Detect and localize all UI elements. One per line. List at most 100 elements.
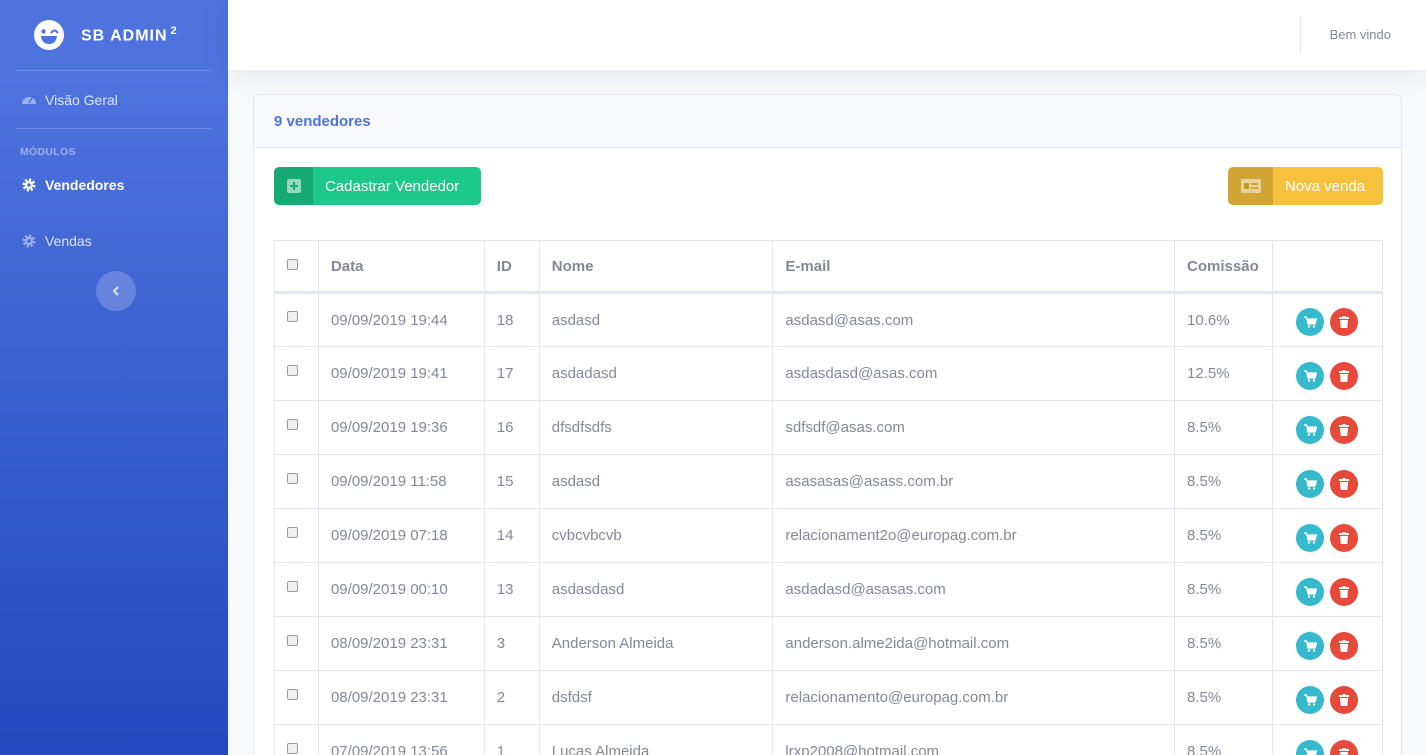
welcome-text[interactable]: Bem vindo — [1330, 27, 1391, 42]
table-row: 09/09/2019 07:18 14 cvbcvbcvb relacionam… — [274, 508, 1383, 563]
cell-email: sdfsdf@asas.com — [772, 400, 1176, 455]
row-actions — [1272, 400, 1383, 455]
cell-id: 16 — [483, 400, 540, 455]
cell-email: asdasdasd@asas.com — [772, 346, 1176, 401]
column-header-comissao[interactable]: Comissão — [1174, 240, 1274, 294]
topbar: Bem vindo — [228, 0, 1426, 70]
new-sale-row-button[interactable] — [1296, 523, 1325, 552]
cell-date: 09/09/2019 19:36 — [317, 400, 485, 455]
cell-name: Lucas Almeida — [538, 724, 774, 755]
cell-id: 3 — [483, 616, 540, 671]
tachometer-icon — [22, 96, 36, 104]
trash-icon — [1339, 639, 1350, 652]
trash-icon — [1339, 747, 1350, 755]
row-checkbox[interactable] — [287, 742, 298, 754]
trash-icon — [1339, 369, 1350, 382]
row-checkbox[interactable] — [287, 688, 298, 700]
delete-row-button[interactable] — [1330, 469, 1359, 498]
sidebar-toggle-button[interactable] — [96, 271, 136, 311]
cadastrar-vendedor-button[interactable]: Cadastrar Vendedor — [274, 167, 481, 205]
delete-row-button[interactable] — [1330, 523, 1359, 552]
delete-row-button[interactable] — [1330, 685, 1359, 714]
row-checkbox[interactable] — [287, 311, 298, 323]
row-checkbox[interactable] — [287, 580, 298, 592]
trash-icon — [1339, 316, 1350, 328]
sidebar-item-visao-geral[interactable]: Visão Geral — [0, 71, 228, 128]
row-checkbox[interactable] — [287, 526, 298, 538]
new-sale-row-button[interactable] — [1296, 631, 1325, 660]
cell-email: relacionamento@europag.com.br — [772, 670, 1176, 725]
delete-row-button[interactable] — [1330, 361, 1359, 390]
nova-venda-button[interactable]: Nova venda — [1228, 167, 1383, 205]
row-actions — [1272, 346, 1383, 401]
cog-icon — [22, 178, 36, 192]
new-sale-row-button[interactable] — [1296, 361, 1325, 390]
trash-icon — [1339, 477, 1350, 490]
plus-square-icon — [274, 167, 313, 205]
row-select-cell — [274, 616, 319, 671]
new-sale-row-button[interactable] — [1296, 739, 1325, 755]
sidebar-item-vendedores[interactable]: Vendedores — [0, 166, 228, 204]
cell-commission: 10.6% — [1174, 292, 1274, 347]
shopping-cart-icon — [1303, 316, 1317, 328]
row-select-cell — [274, 508, 319, 563]
new-sale-row-button[interactable] — [1296, 577, 1325, 606]
cell-commission: 8.5% — [1174, 724, 1274, 755]
select-all-checkbox[interactable] — [287, 259, 298, 271]
cell-email: anderson.alme2ida@hotmail.com — [772, 616, 1176, 671]
cog-icon — [22, 234, 36, 248]
sidebar-item-vendas[interactable]: Vendas — [0, 204, 228, 278]
column-header-nome[interactable]: Nome — [538, 240, 774, 294]
delete-row-button[interactable] — [1330, 631, 1359, 660]
row-checkbox[interactable] — [287, 634, 298, 646]
cell-name: dfsdfsdfs — [538, 400, 774, 455]
card-header: 9 vendedores — [254, 95, 1401, 148]
row-checkbox[interactable] — [287, 364, 298, 376]
table-row: 09/09/2019 19:41 17 asdadasd asdasdasd@a… — [274, 346, 1383, 401]
trash-icon — [1339, 585, 1350, 598]
column-header-data[interactable]: Data — [317, 240, 485, 294]
new-sale-row-button[interactable] — [1296, 685, 1325, 714]
delete-row-button[interactable] — [1330, 577, 1359, 606]
row-checkbox[interactable] — [287, 418, 298, 430]
cell-date: 08/09/2019 23:31 — [317, 616, 485, 671]
delete-row-button[interactable] — [1330, 308, 1359, 336]
column-header-id[interactable]: ID — [483, 240, 540, 294]
new-sale-row-button[interactable] — [1296, 308, 1325, 336]
cell-commission: 8.5% — [1174, 400, 1274, 455]
cell-email: relacionament2o@europag.com.br — [772, 508, 1176, 563]
row-select-cell — [274, 346, 319, 401]
delete-row-button[interactable] — [1330, 739, 1359, 755]
row-actions — [1272, 562, 1383, 617]
column-header-email[interactable]: E-mail — [772, 240, 1176, 294]
sidebar-item-label: Vendedores — [45, 177, 125, 193]
shopping-cart-icon — [1303, 747, 1317, 755]
table-row: 09/09/2019 00:10 13 asdasdasd asdadasd@a… — [274, 562, 1383, 617]
brand-name: SB ADMIN — [81, 27, 168, 45]
cell-id: 15 — [483, 454, 540, 509]
cadastrar-vendedor-label: Cadastrar Vendedor — [325, 177, 460, 195]
row-actions — [1272, 616, 1383, 671]
row-checkbox[interactable] — [287, 472, 298, 484]
shopping-cart-icon — [1303, 423, 1317, 436]
cell-commission: 8.5% — [1174, 454, 1274, 509]
cell-date: 09/09/2019 19:44 — [317, 292, 485, 347]
cell-name: asdadasd — [538, 346, 774, 401]
cell-email: asasasas@asass.com.br — [772, 454, 1176, 509]
cell-date: 09/09/2019 11:58 — [317, 454, 485, 509]
brand-link[interactable]: SB ADMIN 2 — [0, 0, 228, 70]
new-sale-row-button[interactable] — [1296, 415, 1325, 444]
nova-venda-label: Nova venda — [1285, 177, 1366, 195]
new-sale-row-button[interactable] — [1296, 469, 1325, 498]
cell-id: 1 — [483, 724, 540, 755]
delete-row-button[interactable] — [1330, 415, 1359, 444]
cell-commission: 8.5% — [1174, 562, 1274, 617]
row-select-cell — [274, 562, 319, 617]
row-select-cell — [274, 670, 319, 725]
vendedores-table: Data ID Nome E-mail Comissão 09/09/2019 … — [274, 240, 1383, 755]
cell-email: asdasd@asas.com — [772, 292, 1176, 347]
row-actions — [1272, 454, 1383, 509]
cell-id: 17 — [483, 346, 540, 401]
table-row: 07/09/2019 13:56 1 Lucas Almeida lrxp200… — [274, 724, 1383, 755]
column-header-actions — [1272, 240, 1383, 294]
